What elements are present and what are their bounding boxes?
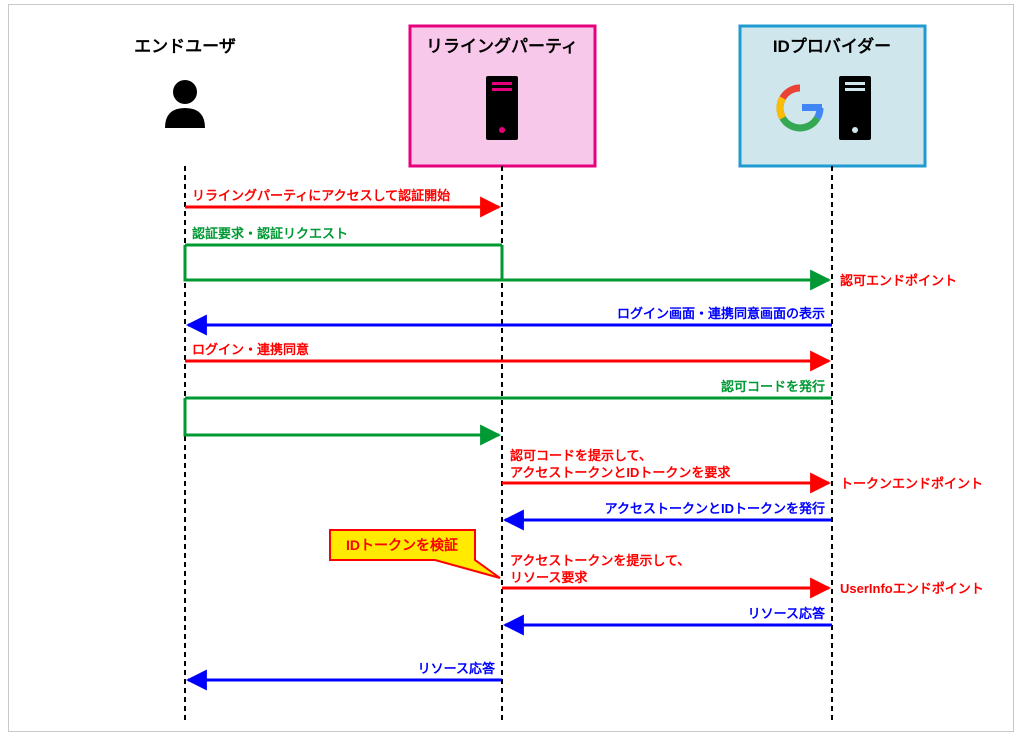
user-icon: [165, 80, 205, 128]
label-m2: 認証要求・認証リクエスト: [192, 226, 348, 241]
label-m7b: アクセストークンとIDトークンを要求: [510, 465, 731, 480]
label-m4: ログイン画面・連携同意画面の表示: [617, 306, 825, 321]
label-m11b: リソース要求: [510, 570, 588, 585]
label-m1: リライングパーティにアクセスして認証開始: [192, 188, 450, 203]
arrow-m6: [185, 398, 499, 435]
label-m13: リソース応答: [748, 606, 826, 621]
label-m5: ログイン・連携同意: [192, 342, 309, 357]
server-icon: [486, 76, 518, 140]
relying-party-label: リライングパーティ: [426, 36, 578, 56]
label-m10: IDトークンを検証: [346, 537, 458, 553]
label-m11a: アクセストークンを提示して、: [510, 553, 690, 568]
label-m8: トークンエンドポイント: [840, 476, 983, 491]
id-provider-label: IDプロバイダー: [773, 36, 891, 56]
label-m7a: 認可コードを提示して、: [510, 448, 652, 463]
arrow-m2: [185, 245, 829, 280]
label-m3: 認可エンドポイント: [840, 273, 957, 288]
end-user-label: エンドユーザ: [134, 37, 236, 56]
server-icon-2: [839, 76, 871, 140]
callout-id-token-verify: IDトークンを検証: [330, 530, 500, 578]
label-m12: UserInfoエンドポイント: [840, 581, 984, 596]
label-m14: リソース応答: [418, 661, 496, 676]
label-m9: アクセストークンとIDトークンを発行: [605, 501, 825, 516]
label-m6: 認可コードを発行: [721, 379, 825, 394]
